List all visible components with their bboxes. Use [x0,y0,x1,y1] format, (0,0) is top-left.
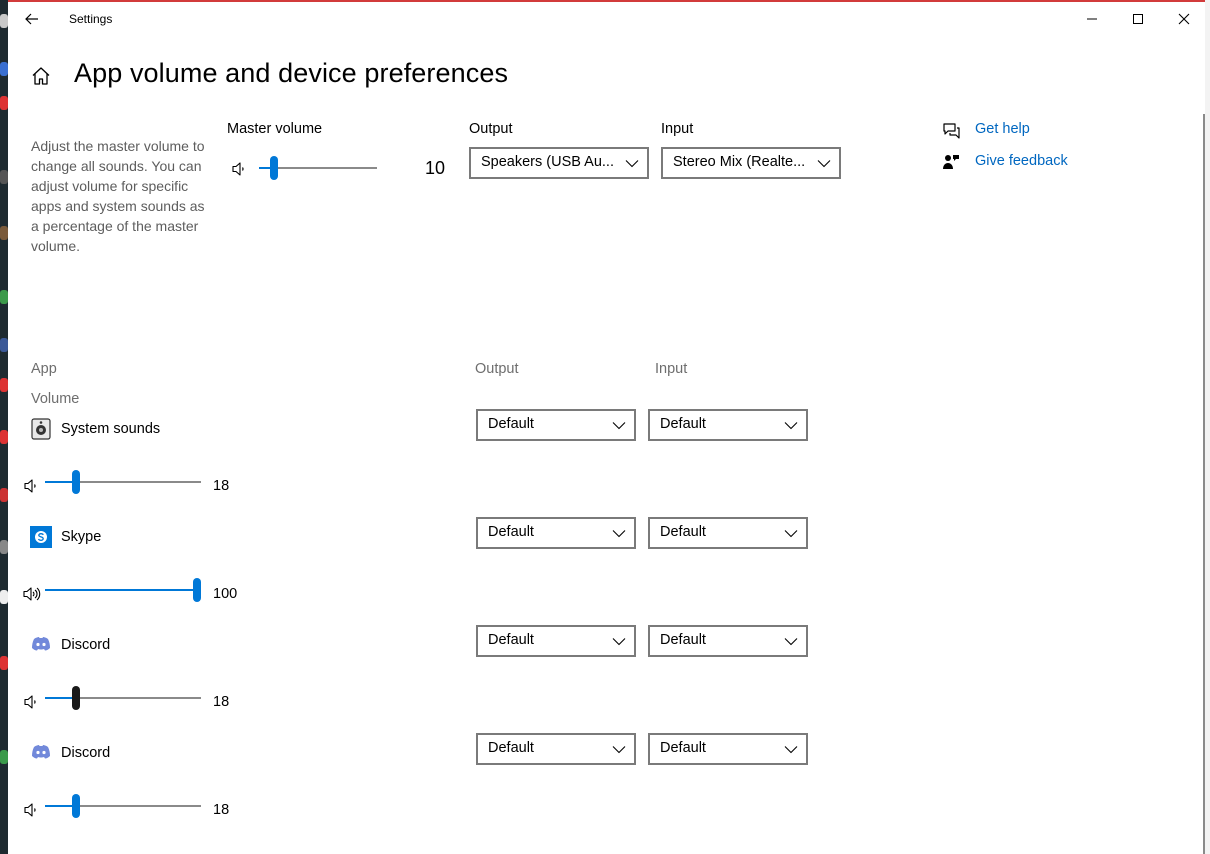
chevron-down-icon [625,160,639,168]
chevron-down-icon [612,746,626,754]
back-button[interactable] [18,8,46,30]
page-title: App volume and device preferences [74,58,509,88]
app-output-dropdown[interactable]: Default [476,517,636,549]
app-output-value: Default [488,416,534,432]
master-output-dropdown[interactable]: Speakers (USB Au... [469,147,649,179]
app-volume-slider[interactable] [45,794,201,818]
desktop-background-strip [0,0,8,854]
home-icon [32,67,50,85]
speaker-icon[interactable] [22,478,42,494]
app-name: Discord [61,745,111,761]
discord-icon [32,637,50,651]
app-input-value: Default [660,740,706,756]
master-input-label: Input [661,121,694,137]
app-volume-value: 18 [213,694,230,710]
slider-fill [45,589,197,591]
master-volume-label: Master volume [227,121,323,137]
master-volume-slider[interactable] [259,156,377,180]
get-help-icon [943,123,960,139]
app-name: Discord [61,637,111,653]
title-bar: Settings [8,2,1205,36]
volume-column-header: Volume [31,391,80,407]
app-volume-value: 18 [213,802,230,818]
get-help-link[interactable]: Get help [975,121,1030,137]
chevron-down-icon [612,422,626,430]
chevron-down-icon [784,530,798,538]
close-button[interactable] [1161,2,1205,36]
system-sounds-icon [31,418,51,440]
minimize-icon [1087,18,1097,20]
app-volume-slider[interactable] [45,578,201,602]
input-column-header: Input [655,361,688,377]
app-output-value: Default [488,740,534,756]
give-feedback-link[interactable]: Give feedback [975,153,1068,169]
app-input-dropdown[interactable]: Default [648,625,808,657]
window-title: Settings [69,12,113,26]
app-name: System sounds [61,421,161,437]
app-input-dropdown[interactable]: Default [648,409,808,441]
maximize-button[interactable] [1115,2,1161,36]
app-input-value: Default [660,416,706,432]
app-output-value: Default [488,524,534,540]
app-volume-slider[interactable] [45,686,201,710]
feedback-icon [943,155,959,169]
speaker-icon[interactable] [22,694,42,710]
chevron-down-icon [612,638,626,646]
slider-thumb[interactable] [72,794,80,818]
slider-thumb[interactable] [270,156,278,180]
master-volume-value: 10 [425,158,446,178]
skype-icon [30,526,52,548]
app-name: Skype [61,529,102,545]
master-output-value: Speakers (USB Au... [481,154,614,170]
minimize-button[interactable] [1069,2,1115,36]
settings-window: Settings App volume and device preferenc… [8,2,1205,854]
chevron-down-icon [817,160,831,168]
slider-thumb[interactable] [72,470,80,494]
app-column-header: App [31,361,57,377]
speaker-icon[interactable] [230,161,250,177]
app-volume-value: 18 [213,478,230,494]
app-output-dropdown[interactable]: Default [476,409,636,441]
output-column-header: Output [475,361,519,377]
app-output-value: Default [488,632,534,648]
speaker-icon[interactable] [22,802,42,818]
discord-icon [32,745,50,759]
slider-thumb[interactable] [193,578,201,602]
chevron-down-icon [784,746,798,754]
master-output-label: Output [469,121,513,137]
back-arrow-icon [25,13,38,25]
app-volume-value: 100 [213,586,238,602]
maximize-icon [1133,14,1143,24]
app-input-value: Default [660,524,706,540]
speaker-loud-icon[interactable] [22,586,42,602]
scrollbar[interactable] [1203,114,1205,854]
desktop-right-edge [1205,0,1210,854]
master-input-value: Stereo Mix (Realte... [673,154,806,170]
app-output-dropdown[interactable]: Default [476,625,636,657]
app-input-value: Default [660,632,706,648]
chevron-down-icon [784,638,798,646]
app-volume-slider[interactable] [45,470,201,494]
close-icon [1178,13,1190,25]
slider-thumb[interactable] [72,686,80,710]
app-input-dropdown[interactable]: Default [648,517,808,549]
chevron-down-icon [784,422,798,430]
chevron-down-icon [612,530,626,538]
page-description: Adjust the master volume to change all s… [31,138,205,254]
master-input-dropdown[interactable]: Stereo Mix (Realte... [661,147,841,179]
app-input-dropdown[interactable]: Default [648,733,808,765]
app-output-dropdown[interactable]: Default [476,733,636,765]
home-button[interactable] [30,64,52,88]
